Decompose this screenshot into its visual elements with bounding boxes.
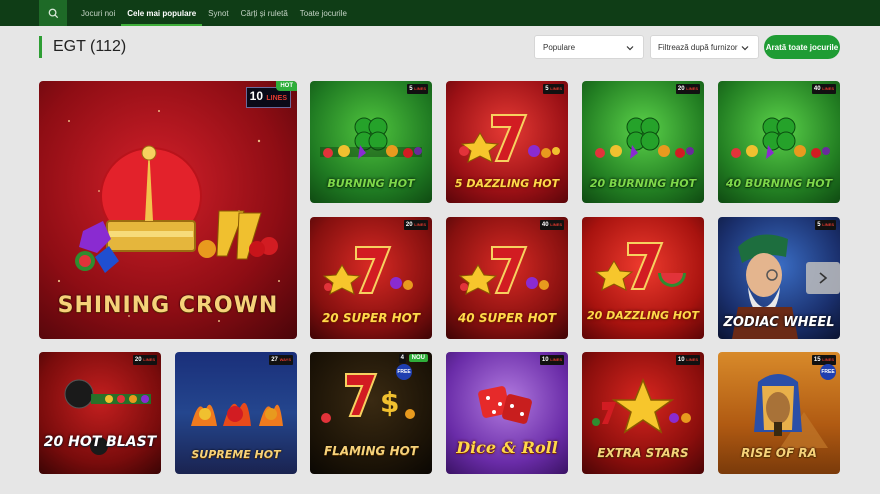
lines-badge: 40 LINES	[811, 84, 836, 94]
game-title: FLAMING HOT	[323, 444, 419, 458]
nav-item-synot[interactable]: Synot	[202, 0, 234, 26]
game-tile-flaming-hot[interactable]: $ NOU FREE 4 FLAMING HOT	[310, 352, 432, 474]
game-tile-20-dazzling-hot[interactable]: 20 DAZZLING HOT	[582, 217, 704, 339]
lines-badge: 20 LINES	[132, 355, 157, 365]
game-title: ZODIAC WHEEL	[723, 315, 835, 330]
game-title: SHINING CROWN	[57, 293, 279, 318]
show-all-games-button[interactable]: Arată toate jocurile	[764, 35, 840, 59]
game-tile-rise-of-ra[interactable]: 15 LINES FREE RISE OF RA	[718, 352, 840, 474]
game-title: 40 BURNING HOT	[725, 177, 833, 190]
lines-badge: 5 LINES	[543, 84, 564, 94]
nav-item-most-popular[interactable]: Cele mai populare	[121, 0, 203, 26]
search-button[interactable]	[39, 0, 67, 26]
nav-item-all-games[interactable]: Toate jocurile	[294, 0, 353, 26]
svg-text:$: $	[380, 386, 399, 419]
game-title: 20 BURNING HOT	[589, 177, 697, 190]
chevron-right-icon	[819, 272, 828, 284]
game-tile-supreme-hot[interactable]: 27 WAYS SUPREME HOT	[175, 352, 297, 474]
hot-badge: HOT	[276, 81, 297, 91]
game-tile-20-burning-hot[interactable]: 20 LINES 20 BURNING HOT	[582, 81, 704, 203]
game-title: SUPREME HOT	[191, 448, 281, 461]
nav-item-cards-roulette[interactable]: Cărți și ruletă	[235, 0, 294, 26]
game-tile-burning-hot[interactable]: 5 LINES BURNING HOT	[310, 81, 432, 203]
sort-dropdown-value: Populare	[543, 42, 576, 52]
game-tile-shining-crown[interactable]: 10 LINES HOT SHINING CROWN	[39, 81, 297, 339]
game-tile-40-super-hot[interactable]: 40 LINES 40 SUPER HOT	[446, 217, 568, 339]
lines-badge: 40 LINES	[539, 220, 564, 230]
lines-badge: 5 LINES	[407, 84, 428, 94]
game-title: 20 SUPER HOT	[321, 311, 421, 325]
game-tile-20-hot-blast[interactable]: 20 LINES 20 HOT BLAST	[39, 352, 161, 474]
bomb-artwork	[64, 379, 151, 455]
top-navigation: Jocuri noi Cele mai populare Synot Cărți…	[0, 0, 880, 26]
game-tile-20-super-hot[interactable]: 20 LINES 20 SUPER HOT	[310, 217, 432, 339]
section-header: EGT (112) Populare Filtrează după furniz…	[39, 34, 840, 60]
new-badge: NOU	[408, 354, 428, 362]
nav-item-new-games[interactable]: Jocuri noi	[75, 0, 121, 26]
lines-badge: 5 LINES	[815, 220, 836, 230]
sort-dropdown[interactable]: Populare	[534, 35, 644, 59]
chevron-down-icon	[741, 46, 749, 51]
lines-badge: 20 LINES	[403, 220, 428, 230]
game-title: RISE OF RA	[741, 446, 817, 460]
game-title: 20 DAZZLING HOT	[587, 309, 699, 322]
lines-badge: 27 WAYS	[269, 355, 293, 365]
game-tile-5-dazzling-hot[interactable]: 5 LINES 5 DAZZLING HOT	[446, 81, 568, 203]
provider-filter-placeholder: Filtrează după furnizor	[658, 42, 738, 52]
provider-filter-dropdown[interactable]: Filtrează după furnizor	[650, 35, 759, 59]
lines-badge: 10 LINES	[675, 355, 700, 365]
game-title: 5 DAZZLING HOT	[454, 177, 560, 190]
search-icon	[48, 8, 58, 18]
game-title: 40 SUPER HOT	[457, 311, 557, 325]
free-spins-badge: FREE	[396, 364, 412, 380]
lines-badge: 15 LINES	[811, 355, 836, 365]
game-tile-extra-stars[interactable]: 10 LINES EXTRA STARS	[582, 352, 704, 474]
game-title: 20 HOT BLAST	[43, 434, 157, 450]
game-title: BURNING HOT	[327, 177, 415, 190]
lines-badge: 4	[398, 354, 406, 363]
game-title: Dice & Roll	[456, 438, 558, 457]
free-spins-badge: FREE	[820, 364, 836, 380]
lines-badge: 10 LINES	[539, 355, 564, 365]
lines-badge: 20 LINES	[675, 84, 700, 94]
game-tile-40-burning-hot[interactable]: 40 LINES 40 BURNING HOT	[718, 81, 840, 203]
title-accent-bar	[39, 36, 42, 58]
game-tile-dice-roll[interactable]: 10 LINES Dice & Roll	[446, 352, 568, 474]
game-title: EXTRA STARS	[597, 446, 689, 460]
chevron-down-icon	[626, 46, 634, 51]
carousel-next-button[interactable]	[806, 262, 840, 294]
page-title: EGT (112)	[53, 38, 127, 55]
